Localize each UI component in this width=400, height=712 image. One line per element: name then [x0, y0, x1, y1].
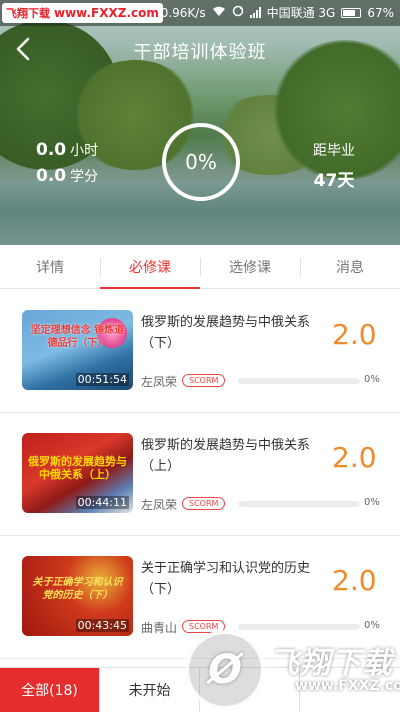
thumbnail-caption: 坚定理想信念 锤炼道德品行（下） — [30, 325, 125, 349]
thumbnail-caption: 关于正确学习和认识党的历史（下） — [32, 577, 123, 601]
graduation-days: 47天 — [313, 171, 355, 191]
carrier-label: 中国联通 3G — [266, 6, 336, 20]
page-title: 干部培训体验班 — [133, 42, 267, 63]
course-thumbnail[interactable]: 关于正确学习和认识党的历史（下） 00:43:45 — [22, 556, 133, 636]
course-credit: 2.0 — [332, 564, 377, 597]
signal-icon — [249, 7, 261, 18]
course-teacher: 左凤荣 — [141, 375, 178, 389]
watermark-logo-char: Ø — [207, 647, 242, 693]
course-item[interactable]: 俄罗斯的发展趋势与中俄关系（上） 00:44:11 俄罗斯的发展趋势与中俄关系（… — [0, 413, 400, 536]
filter-all-button[interactable]: 全部(18) — [0, 668, 100, 712]
course-title: 关于正确学习和认识党的历史（下） — [141, 561, 311, 597]
scorm-badge: SCORM — [182, 374, 226, 387]
network-speed: 0.96K/s — [160, 5, 206, 20]
watermark-circle-icon: Ø — [185, 630, 265, 710]
study-stats: 0.0 小时 0.0 学分 — [36, 140, 98, 192]
overall-progress-text: 0% — [185, 150, 217, 174]
course-teacher: 曲青山 — [141, 621, 178, 635]
course-title: 俄罗斯的发展趋势与中俄关系（下） — [141, 315, 311, 351]
course-credit: 2.0 — [332, 441, 377, 474]
course-progress-text: 0% — [364, 374, 380, 385]
status-bar: 飞翔下载 www.FXXZ.com 0.96K/s 中国联通 3G 67% — [0, 0, 400, 26]
hours-value: 0.0 — [36, 140, 67, 160]
course-teacher: 左凤荣 — [141, 498, 178, 512]
course-item[interactable]: 坚定理想信念 锤炼道德品行（下） 00:51:54 俄罗斯的发展趋势与中俄关系（… — [0, 290, 400, 413]
watermark-url-overlay: www.FXXZ.com — [295, 678, 400, 694]
course-progress-bar — [238, 378, 360, 384]
course-thumbnail[interactable]: 坚定理想信念 锤炼道德品行（下） 00:51:54 — [22, 310, 133, 390]
watermark-logo: Ø 飞翔下载 www.FXXZ.com — [183, 630, 400, 712]
watermark-url: www.FXXZ.com — [54, 6, 159, 20]
watermark-brand: 飞翔下载 — [6, 7, 50, 20]
tab-required-courses[interactable]: 必修课 — [100, 245, 200, 289]
course-credit: 2.0 — [332, 318, 377, 351]
course-progress-bar — [238, 501, 360, 507]
overall-progress-ring: 0% — [162, 123, 240, 201]
thumbnail-caption: 俄罗斯的发展趋势与中俄关系（上） — [28, 455, 127, 481]
watermark-text: 飞翔下载 — [269, 646, 393, 681]
hours-stat: 0.0 小时 — [36, 140, 98, 160]
credits-value: 0.0 — [36, 166, 67, 186]
credits-unit: 学分 — [70, 169, 99, 185]
tab-elective-courses[interactable]: 选修课 — [200, 245, 300, 288]
graduation-countdown: 距毕业 47天 — [308, 140, 360, 191]
tab-details[interactable]: 详情 — [0, 245, 100, 288]
scorm-badge: SCORM — [182, 497, 226, 510]
watermark-badge: 飞翔下载 www.FXXZ.com — [2, 3, 163, 23]
course-list: 坚定理想信念 锤炼道德品行（下） 00:51:54 俄罗斯的发展趋势与中俄关系（… — [0, 290, 400, 659]
tab-messages[interactable]: 消息 — [300, 245, 400, 288]
hours-unit: 小时 — [70, 143, 99, 159]
sync-icon — [232, 5, 244, 20]
credits-stat: 0.0 学分 — [36, 166, 98, 186]
graduation-label: 距毕业 — [313, 143, 355, 159]
course-duration: 00:44:11 — [75, 496, 129, 509]
course-title: 俄罗斯的发展趋势与中俄关系（上） — [141, 438, 311, 474]
course-duration: 00:51:54 — [75, 373, 129, 386]
wifi-icon — [212, 6, 226, 20]
course-tabs: 详情 必修课 选修课 消息 — [0, 245, 400, 289]
battery-percent: 67% — [367, 5, 394, 20]
battery-icon — [341, 7, 362, 18]
course-thumbnail[interactable]: 俄罗斯的发展趋势与中俄关系（上） 00:44:11 — [22, 433, 133, 513]
course-duration: 00:43:45 — [75, 619, 129, 632]
course-progress-text: 0% — [364, 497, 380, 508]
